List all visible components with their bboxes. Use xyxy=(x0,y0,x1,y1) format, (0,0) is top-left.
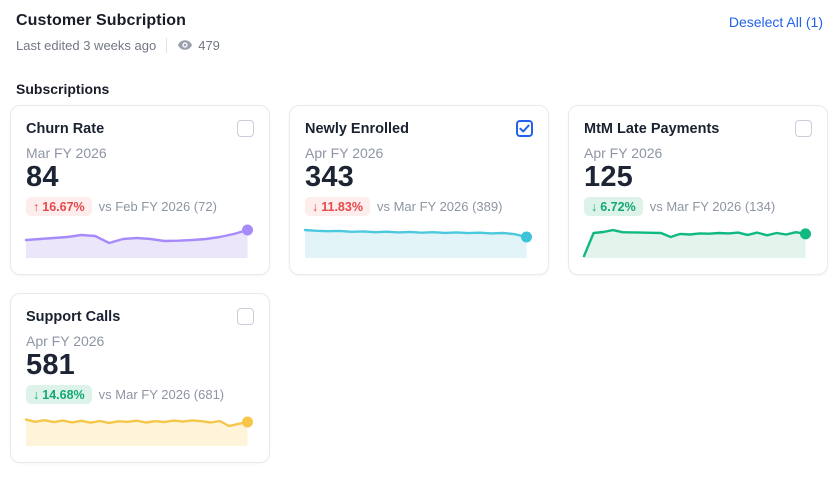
trend-sparkline xyxy=(26,410,254,446)
header-left: Customer Subcription Last edited 3 weeks… xyxy=(16,12,220,53)
deselect-all-link[interactable]: Deselect All (1) xyxy=(729,14,823,30)
metric-period: Apr FY 2026 xyxy=(26,333,254,349)
page-title: Customer Subcription xyxy=(16,12,220,30)
metric-select-checkbox[interactable] xyxy=(237,308,254,325)
metric-title: Newly Enrolled xyxy=(305,120,409,137)
metric-delta-row: ↓ 14.68% vs Mar FY 2026 (681) xyxy=(26,385,254,404)
delta-arrow-icon: ↓ xyxy=(33,388,39,402)
section-title: Subscriptions xyxy=(16,81,823,97)
delta-percent: 14.68% xyxy=(42,388,84,402)
trend-sparkline xyxy=(305,222,533,258)
metric-period: Apr FY 2026 xyxy=(305,145,533,161)
comparison-text: vs Mar FY 2026 (134) xyxy=(650,199,775,214)
page-header: Customer Subcription Last edited 3 weeks… xyxy=(0,0,839,53)
card-header-row: Newly Enrolled xyxy=(305,120,533,137)
metric-card: Newly Enrolled Apr FY 2026 343 ↓ 11.83% … xyxy=(289,105,549,275)
trend-sparkline xyxy=(26,222,254,258)
metric-card: MtM Late Payments Apr FY 2026 125 ↓ 6.72… xyxy=(568,105,828,275)
metric-select-checkbox[interactable] xyxy=(237,120,254,137)
metric-value: 125 xyxy=(584,161,812,194)
comparison-text: vs Mar FY 2026 (681) xyxy=(99,387,224,402)
metric-title: Support Calls xyxy=(26,308,120,325)
metric-title: MtM Late Payments xyxy=(584,120,719,137)
delta-arrow-icon: ↓ xyxy=(591,200,597,214)
header-meta-row: Last edited 3 weeks ago 479 xyxy=(16,37,220,53)
card-header-row: MtM Late Payments xyxy=(584,120,812,137)
comparison-text: vs Mar FY 2026 (389) xyxy=(377,199,502,214)
metric-title: Churn Rate xyxy=(26,120,104,137)
last-edited-text: Last edited 3 weeks ago xyxy=(16,38,156,53)
delta-badge: ↓ 6.72% xyxy=(584,197,643,216)
metric-value: 84 xyxy=(26,161,254,194)
comparison-text: vs Feb FY 2026 (72) xyxy=(99,199,217,214)
delta-badge: ↓ 14.68% xyxy=(26,385,92,404)
checkmark-icon xyxy=(519,123,530,134)
metric-period: Mar FY 2026 xyxy=(26,145,254,161)
delta-percent: 11.83% xyxy=(321,200,363,214)
metric-period: Apr FY 2026 xyxy=(584,145,812,161)
card-header-row: Support Calls xyxy=(26,308,254,325)
metric-delta-row: ↑ 16.67% vs Feb FY 2026 (72) xyxy=(26,197,254,216)
metric-card: Churn Rate Mar FY 2026 84 ↑ 16.67% vs Fe… xyxy=(10,105,270,275)
card-header-row: Churn Rate xyxy=(26,120,254,137)
trend-sparkline xyxy=(584,222,812,258)
metric-cards-grid: Churn Rate Mar FY 2026 84 ↑ 16.67% vs Fe… xyxy=(10,105,828,463)
views-counter: 479 xyxy=(177,37,220,53)
metric-value: 343 xyxy=(305,161,533,194)
metric-delta-row: ↓ 11.83% vs Mar FY 2026 (389) xyxy=(305,197,533,216)
delta-arrow-icon: ↓ xyxy=(312,200,318,214)
delta-percent: 6.72% xyxy=(600,200,635,214)
metric-card: Support Calls Apr FY 2026 581 ↓ 14.68% v… xyxy=(10,293,270,463)
delta-badge: ↑ 16.67% xyxy=(26,197,92,216)
views-count: 479 xyxy=(198,38,220,53)
delta-arrow-icon: ↑ xyxy=(33,200,39,214)
metric-delta-row: ↓ 6.72% vs Mar FY 2026 (134) xyxy=(584,197,812,216)
delta-badge: ↓ 11.83% xyxy=(305,197,370,216)
metric-value: 581 xyxy=(26,349,254,382)
meta-divider xyxy=(166,38,167,53)
eye-icon xyxy=(177,37,193,53)
metric-select-checkbox[interactable] xyxy=(795,120,812,137)
metric-select-checkbox[interactable] xyxy=(516,120,533,137)
delta-percent: 16.67% xyxy=(42,200,84,214)
